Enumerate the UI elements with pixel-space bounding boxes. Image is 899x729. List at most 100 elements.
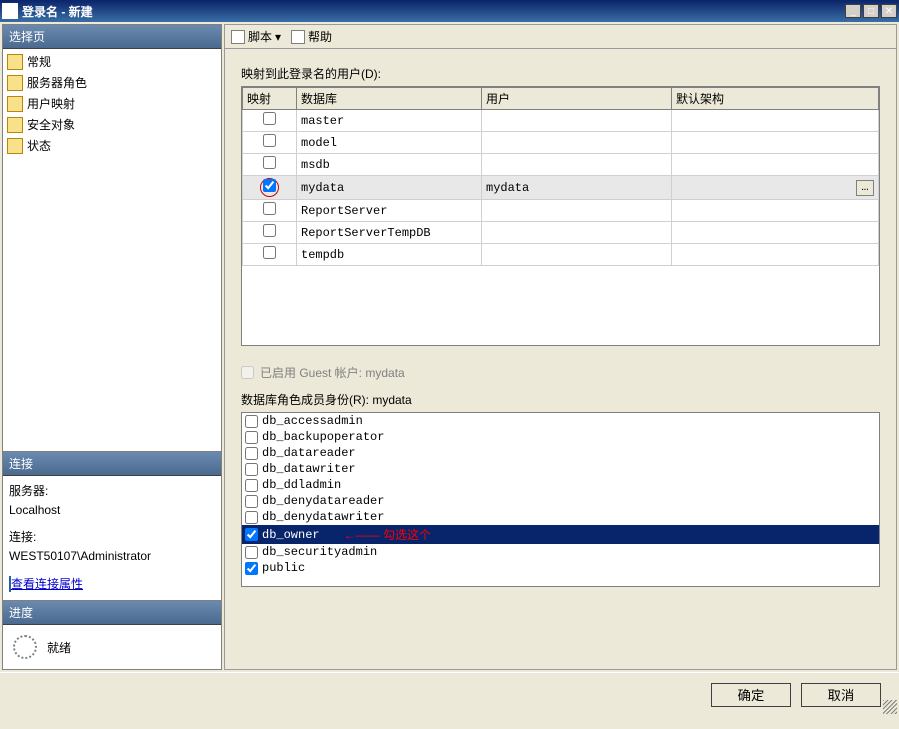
map-checkbox[interactable]: [263, 134, 276, 147]
role-item[interactable]: db_denydatareader: [242, 493, 879, 509]
role-name: db_accessadmin: [262, 414, 363, 428]
table-row[interactable]: msdb: [243, 154, 879, 176]
schema-cell[interactable]: [672, 110, 879, 132]
nav-label: 服务器角色: [27, 74, 87, 91]
db-cell[interactable]: model: [297, 132, 482, 154]
map-checkbox[interactable]: [263, 112, 276, 125]
view-connection-props[interactable]: 查看连接属性: [9, 575, 215, 594]
map-cell[interactable]: [243, 200, 297, 222]
role-item[interactable]: db_backupoperator: [242, 429, 879, 445]
role-checkbox[interactable]: [245, 511, 258, 524]
nav-status[interactable]: 状态: [3, 135, 221, 156]
col-map[interactable]: 映射: [243, 88, 297, 110]
role-item[interactable]: db_datawriter: [242, 461, 879, 477]
role-item[interactable]: db_owner←—— 勾选这个: [242, 525, 879, 544]
db-cell[interactable]: master: [297, 110, 482, 132]
resize-grip[interactable]: [883, 700, 897, 714]
schema-cell[interactable]: [672, 244, 879, 266]
minimize-button[interactable]: _: [845, 4, 861, 18]
script-button[interactable]: 脚本 ▾: [231, 28, 281, 45]
role-item[interactable]: db_securityadmin: [242, 544, 879, 560]
view-connection-link[interactable]: 查看连接属性: [11, 577, 83, 591]
nav-label: 常规: [27, 53, 51, 70]
help-button[interactable]: 帮助: [291, 28, 332, 45]
col-database[interactable]: 数据库: [297, 88, 482, 110]
nav-general[interactable]: 常规: [3, 51, 221, 72]
map-cell[interactable]: [243, 132, 297, 154]
role-checkbox[interactable]: [245, 562, 258, 575]
schema-cell[interactable]: [672, 154, 879, 176]
db-cell[interactable]: mydata: [297, 176, 482, 200]
db-cell[interactable]: msdb: [297, 154, 482, 176]
nav-securables[interactable]: 安全对象: [3, 114, 221, 135]
map-checkbox[interactable]: [263, 246, 276, 259]
nav-user-mapping[interactable]: 用户映射: [3, 93, 221, 114]
role-checkbox[interactable]: [245, 495, 258, 508]
table-row[interactable]: ReportServerTempDB: [243, 222, 879, 244]
table-row[interactable]: tempdb: [243, 244, 879, 266]
user-cell[interactable]: [482, 222, 672, 244]
map-checkbox[interactable]: [263, 202, 276, 215]
annotation-text: ←—— 勾选这个: [344, 526, 431, 543]
table-row[interactable]: master: [243, 110, 879, 132]
progress-body: 就绪: [3, 625, 221, 669]
role-checkbox[interactable]: [245, 546, 258, 559]
map-checkbox[interactable]: [263, 179, 276, 192]
map-checkbox[interactable]: [263, 156, 276, 169]
role-item[interactable]: db_datareader: [242, 445, 879, 461]
role-item[interactable]: db_ddladmin: [242, 477, 879, 493]
user-cell[interactable]: [482, 244, 672, 266]
role-name: db_ddladmin: [262, 478, 341, 492]
schema-cell[interactable]: [672, 132, 879, 154]
schema-cell[interactable]: [672, 222, 879, 244]
role-checkbox[interactable]: [245, 463, 258, 476]
table-row[interactable]: model: [243, 132, 879, 154]
window-title: 登录名 - 新建: [22, 3, 845, 20]
user-cell[interactable]: [482, 154, 672, 176]
role-item[interactable]: db_accessadmin: [242, 413, 879, 429]
select-page-header: 选择页: [3, 25, 221, 49]
server-value: Localhost: [9, 501, 215, 520]
maximize-button[interactable]: □: [863, 4, 879, 18]
schema-cell[interactable]: [672, 200, 879, 222]
map-cell[interactable]: [243, 222, 297, 244]
map-cell[interactable]: [243, 154, 297, 176]
map-cell[interactable]: [243, 176, 297, 200]
col-schema[interactable]: 默认架构: [672, 88, 879, 110]
sidebar: 选择页 常规 服务器角色 用户映射 安全对象 状态: [2, 24, 222, 670]
map-cell[interactable]: [243, 244, 297, 266]
user-cell[interactable]: [482, 110, 672, 132]
close-button[interactable]: ✕: [881, 4, 897, 18]
role-checkbox[interactable]: [245, 479, 258, 492]
roles-list: db_accessadmindb_backupoperatordb_datare…: [241, 412, 880, 587]
role-item[interactable]: db_denydatawriter: [242, 509, 879, 525]
table-row[interactable]: mydatamydata …: [243, 176, 879, 200]
role-item[interactable]: public: [242, 560, 879, 576]
role-checkbox[interactable]: [245, 415, 258, 428]
role-name: db_datawriter: [262, 462, 356, 476]
nav-server-roles[interactable]: 服务器角色: [3, 72, 221, 93]
browse-schema-button[interactable]: …: [856, 180, 874, 196]
app-icon: [2, 3, 18, 19]
role-checkbox[interactable]: [245, 528, 258, 541]
user-cell[interactable]: [482, 132, 672, 154]
user-cell[interactable]: mydata: [482, 176, 672, 200]
db-cell[interactable]: ReportServer: [297, 200, 482, 222]
guest-row: 已启用 Guest 帐户: mydata: [241, 364, 880, 381]
role-checkbox[interactable]: [245, 447, 258, 460]
mapping-label: 映射到此登录名的用户(D):: [241, 65, 880, 82]
progress-section: 进度 就绪: [3, 600, 221, 669]
col-user[interactable]: 用户: [482, 88, 672, 110]
ok-button[interactable]: 确定: [711, 683, 791, 707]
map-cell[interactable]: [243, 110, 297, 132]
table-row[interactable]: ReportServer: [243, 200, 879, 222]
user-cell[interactable]: [482, 200, 672, 222]
window-buttons: _ □ ✕: [845, 4, 897, 18]
db-cell[interactable]: ReportServerTempDB: [297, 222, 482, 244]
cancel-button[interactable]: 取消: [801, 683, 881, 707]
db-cell[interactable]: tempdb: [297, 244, 482, 266]
role-checkbox[interactable]: [245, 431, 258, 444]
schema-cell[interactable]: …: [672, 176, 879, 200]
content-body: 映射到此登录名的用户(D): 映射 数据库 用户 默认架构 mastermode…: [224, 49, 897, 670]
map-checkbox[interactable]: [263, 224, 276, 237]
